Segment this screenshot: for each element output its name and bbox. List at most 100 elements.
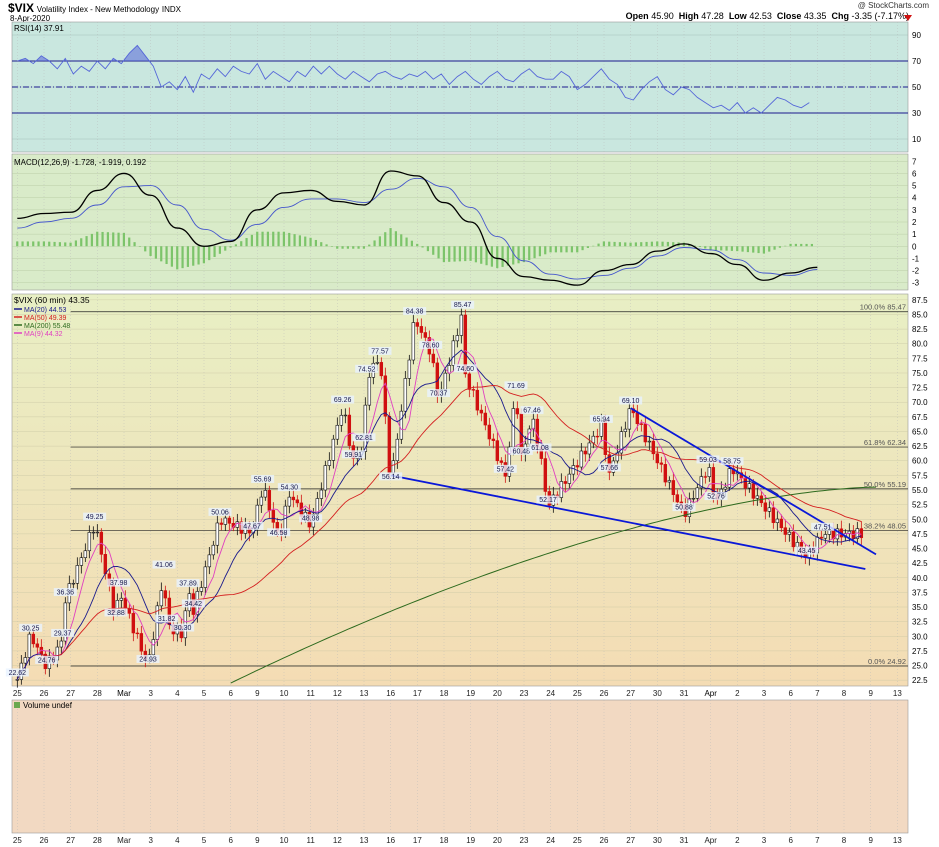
price-tick-label: 72.5	[912, 384, 928, 393]
candle-up	[259, 496, 264, 506]
candle-down	[31, 633, 36, 645]
candle-up	[455, 335, 460, 342]
macd-histogram-bar	[618, 242, 621, 247]
macd-histogram-bar	[608, 241, 611, 247]
macd-histogram-bar	[666, 241, 669, 247]
candle-down	[415, 322, 420, 327]
macd-histogram-bar	[421, 246, 424, 248]
macd-histogram-bar	[26, 241, 29, 247]
candle-down	[543, 458, 548, 492]
candle-up	[119, 597, 124, 601]
x-tick-label-bottom: 28	[93, 836, 102, 845]
macd-tick-label: 5	[912, 182, 917, 191]
candle-up	[747, 483, 752, 489]
macd-histogram-bar	[192, 246, 195, 266]
candle-down	[267, 490, 272, 511]
candle-up	[319, 489, 324, 499]
candle-up	[767, 507, 772, 512]
macd-histogram-bar	[741, 246, 744, 252]
macd-histogram-bar	[704, 246, 707, 249]
candle-down	[103, 554, 108, 575]
x-tick-label-bottom: 31	[680, 836, 689, 845]
x-tick-label-bottom: 12	[333, 836, 342, 845]
price-annotation: 57.42	[497, 466, 515, 473]
candle-up	[207, 554, 212, 568]
x-tick-label-bottom: 5	[202, 836, 207, 845]
candle-down	[123, 597, 128, 609]
x-tick-label: 25	[13, 689, 22, 698]
macd-histogram-bar	[362, 246, 365, 249]
volume-panel-bg	[11, 699, 909, 834]
x-tick-label: 13	[893, 689, 902, 698]
candle-up	[571, 465, 576, 475]
x-tick-label-bottom: 7	[815, 836, 820, 845]
candle-up	[263, 490, 268, 498]
candle-down	[483, 412, 488, 426]
macd-histogram-bar	[277, 231, 280, 247]
rsi-tick-label: 90	[912, 31, 921, 40]
macd-histogram-bar	[768, 246, 771, 252]
x-tick-label-bottom: 9	[868, 836, 873, 845]
price-annotation: 60.48	[513, 448, 531, 455]
macd-histogram-bar	[154, 246, 157, 259]
price-tick-label: 60.0	[912, 457, 928, 466]
macd-histogram-bar	[42, 241, 45, 247]
price-annotation: 49.25	[86, 514, 104, 521]
macd-tick-label: -3	[912, 279, 920, 288]
x-tick-label-bottom: 8	[842, 836, 847, 845]
macd-histogram-bar	[778, 246, 781, 248]
macd-histogram-bar	[586, 246, 589, 248]
macd-histogram-bar	[314, 239, 317, 247]
candle-down	[131, 613, 136, 634]
macd-histogram-bar	[570, 246, 573, 253]
fib-label: 38.2% 48.05	[864, 522, 906, 531]
x-tick-label: 17	[413, 689, 422, 698]
price-annotation: 43.45	[798, 548, 816, 555]
macd-histogram-bar	[554, 246, 557, 253]
macd-histogram-bar	[250, 234, 253, 247]
x-tick-label-bottom: 6	[228, 836, 233, 845]
price-annotation: 69.26	[334, 397, 352, 404]
macd-tick-label: 3	[912, 206, 917, 215]
candle-down	[671, 480, 676, 495]
x-tick-label-bottom: 13	[893, 836, 902, 845]
macd-histogram-bar	[794, 243, 797, 247]
price-annotation: 47.51	[814, 524, 832, 531]
macd-histogram-bar	[144, 246, 147, 252]
candle-down	[639, 423, 644, 425]
macd-histogram-bar	[522, 246, 525, 263]
price-annotation: 22.62	[9, 670, 27, 677]
macd-histogram-bar	[106, 232, 109, 247]
rsi-tick-label: 30	[912, 109, 921, 118]
x-tick-label: 4	[175, 689, 180, 698]
price-tick-label: 57.5	[912, 471, 928, 480]
x-tick-label: 8	[842, 689, 847, 698]
macd-histogram-bar	[336, 246, 339, 249]
candle-down	[479, 409, 484, 414]
macd-histogram-bar	[597, 243, 600, 247]
x-tick-label-bottom: 3	[762, 836, 767, 845]
macd-histogram-bar	[80, 238, 83, 247]
price-annotation: 37.89	[179, 581, 197, 588]
macd-histogram-bar	[69, 242, 72, 247]
price-annotation: 36.36	[57, 590, 75, 597]
macd-histogram-bar	[549, 246, 552, 253]
price-annotation: 41.06	[155, 562, 173, 569]
chart-panels: 9070503010RSI(14) 37.9176543210-1-2-3MAC…	[5, 21, 928, 845]
macd-histogram-bar	[234, 244, 237, 247]
macd-histogram-bar	[538, 246, 541, 257]
x-tick-label: 12	[333, 689, 342, 698]
candle-up	[755, 495, 760, 499]
macd-histogram-bar	[176, 246, 179, 270]
macd-histogram-bar	[352, 246, 355, 249]
candle-up	[775, 518, 780, 523]
price-annotation: 50.88	[675, 505, 693, 512]
price-annotation: 84.38	[406, 309, 424, 316]
macd-histogram-bar	[357, 246, 360, 249]
macd-histogram-bar	[784, 245, 787, 247]
candle-up	[323, 465, 328, 491]
x-tick-label-bottom: Apr	[704, 836, 717, 845]
macd-tick-label: -1	[912, 254, 920, 263]
macd-histogram-bar	[581, 246, 584, 251]
price-tick-label: 40.0	[912, 574, 928, 583]
